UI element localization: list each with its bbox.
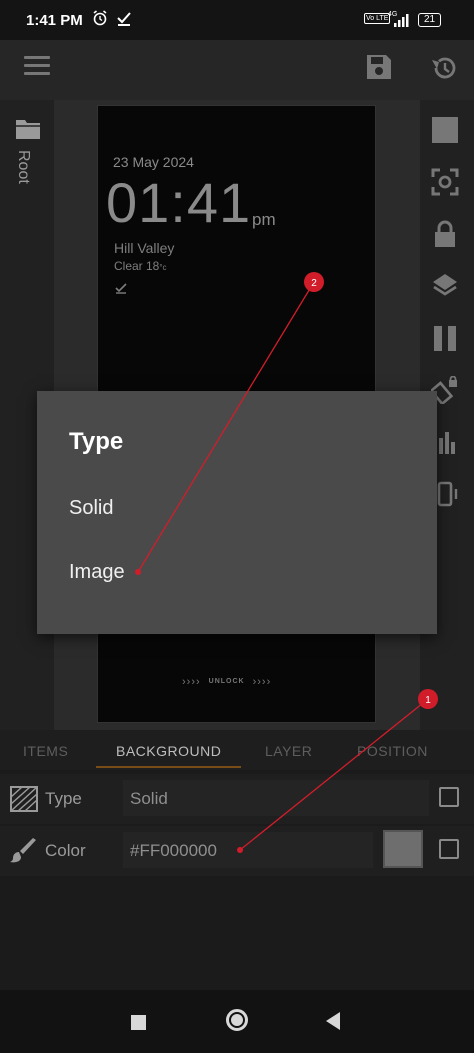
type-label: Type <box>45 789 82 808</box>
unlock-arrows-left: ›››› <box>182 676 201 688</box>
dialog-option-image[interactable]: Image <box>69 561 125 584</box>
type-checkbox[interactable] <box>439 787 459 807</box>
home-icon[interactable] <box>226 1009 248 1031</box>
tab-background[interactable]: BACKGROUND <box>116 743 221 759</box>
tab-position[interactable]: POSITION <box>357 743 428 759</box>
preview-date: 23 May 2024 <box>113 154 194 170</box>
back-icon[interactable] <box>326 1012 340 1030</box>
weather-text: Clear 18 <box>114 259 160 273</box>
lock-icon[interactable] <box>431 220 459 248</box>
toolbar <box>0 40 474 100</box>
active-tab-indicator <box>96 766 241 768</box>
save-icon[interactable] <box>366 54 392 80</box>
screenshot-icon[interactable] <box>431 168 459 196</box>
color-swatch[interactable] <box>383 830 423 868</box>
preview-weather: Clear 18°c <box>114 259 167 273</box>
unlock-slider[interactable]: ›››› UNLOCK ›››› <box>182 676 271 688</box>
hamburger-icon[interactable] <box>24 56 50 76</box>
layers-icon[interactable] <box>431 272 459 300</box>
preview-clock: 01:41 <box>106 171 252 234</box>
dialog-title: Type <box>69 428 124 455</box>
recents-icon[interactable] <box>131 1015 146 1030</box>
weather-condition-icon <box>115 282 127 297</box>
status-time: 1:41 PM <box>26 12 83 29</box>
unlock-arrows-right: ›››› <box>252 676 272 688</box>
volte-icon: Vo LTE <box>364 13 391 24</box>
weather-unit: °c <box>159 263 167 272</box>
signal-icon <box>392 12 412 32</box>
dialog-option-solid[interactable]: Solid <box>69 497 113 520</box>
root-label[interactable]: Root <box>14 150 32 184</box>
color-field[interactable]: #FF000000 <box>123 832 373 868</box>
fill-type-icon <box>10 786 38 812</box>
preview-city: Hill Valley <box>114 240 175 256</box>
folder-icon[interactable] <box>15 118 41 140</box>
color-checkbox[interactable] <box>439 839 459 859</box>
tab-items[interactable]: ITEMS <box>23 743 68 759</box>
color-label: Color <box>45 841 86 860</box>
history-icon[interactable] <box>430 54 458 82</box>
preview-ampm: pm <box>252 210 276 229</box>
battery-icon: 21 <box>418 13 442 27</box>
tab-layer[interactable]: LAYER <box>265 743 312 759</box>
stop-icon[interactable] <box>431 116 459 144</box>
type-field[interactable]: Solid <box>123 780 429 816</box>
brush-icon <box>10 838 38 864</box>
status-bar: 1:41 PM Vo LTE 4G 21 <box>0 0 474 40</box>
alarm-icon <box>92 10 108 30</box>
unlock-text: UNLOCK <box>208 678 245 685</box>
download-done-icon <box>116 10 132 30</box>
pause-icon[interactable] <box>431 324 459 352</box>
